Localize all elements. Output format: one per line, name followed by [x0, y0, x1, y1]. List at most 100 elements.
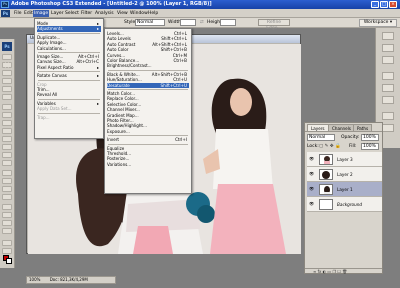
opacity-label: Opacity:: [341, 135, 360, 140]
eye-icon[interactable]: 👁: [309, 172, 314, 176]
zoom-level[interactable]: 100%: [29, 277, 40, 282]
menu-item[interactable]: Variations...: [107, 162, 189, 167]
layer-name: Layer 3: [337, 157, 353, 162]
brush-tool-icon[interactable]: [2, 112, 12, 118]
submenu-arrow-icon: ▸: [96, 26, 99, 32]
width-input[interactable]: [180, 19, 196, 26]
slice-tool-icon[interactable]: [2, 94, 12, 100]
maximize-button[interactable]: □: [380, 1, 388, 8]
layers-panel: Layers Channels Paths Normal Opacity: 10…: [304, 122, 383, 274]
minimize-button[interactable]: _: [371, 1, 379, 8]
eye-icon[interactable]: 👁: [309, 187, 314, 191]
menu-item[interactable]: Calculations...: [37, 46, 101, 51]
healing-brush-icon[interactable]: [2, 104, 12, 110]
hand-tool-icon[interactable]: [2, 220, 12, 226]
refine-edge-button[interactable]: Refine Edge...: [258, 19, 290, 31]
styles-panel-icon[interactable]: [382, 96, 394, 104]
menu-item-label: Image Size...: [37, 54, 64, 59]
color-panel-icon[interactable]: [382, 72, 394, 80]
menu-image[interactable]: Image: [33, 10, 50, 17]
menu-help[interactable]: Help: [147, 10, 159, 17]
menu-item-label: Shadow/Highlight...: [107, 123, 147, 129]
menu-item[interactable]: Reveal All: [37, 92, 101, 97]
menu-view[interactable]: View: [116, 10, 129, 17]
lock-icons[interactable]: ▢ ✎ ✥ 🔒: [319, 144, 341, 150]
menu-bar: Ps File Edit Image Layer Select Filter A…: [0, 9, 400, 18]
tab-channels[interactable]: Channels: [328, 124, 355, 131]
height-input[interactable]: [220, 19, 236, 26]
quick-select-tool-icon[interactable]: [2, 78, 12, 84]
menu-item[interactable]: Brightness/Contrast...: [107, 63, 189, 68]
gradient-tool-icon[interactable]: [2, 144, 12, 150]
close-button[interactable]: ×: [389, 1, 397, 8]
menu-item-label: Trim...: [37, 87, 50, 92]
history-panel-icon[interactable]: [382, 112, 394, 120]
menu-select[interactable]: Select: [64, 10, 80, 17]
menu-window[interactable]: Window: [129, 10, 149, 17]
menu-item[interactable]: Rotate Canvas ▸: [37, 73, 101, 78]
navigator-panel-icon[interactable]: [382, 32, 394, 40]
menu-item-label: Invert: [107, 137, 120, 143]
workspace-button[interactable]: Workspace ▾: [359, 19, 397, 27]
info-panel-icon[interactable]: [382, 56, 394, 64]
menu-item[interactable]: Invert Ctrl+I: [107, 137, 189, 142]
background-color-swatch[interactable]: [6, 258, 12, 264]
layer-row[interactable]: 👁 Background: [307, 197, 382, 212]
layers-footer-icons[interactable]: ∞ fx ◐ ▭ ❐ ☐ 🗑: [305, 268, 382, 274]
shape-tool-icon[interactable]: [2, 194, 12, 200]
menu-analysis[interactable]: Analysis: [94, 10, 115, 17]
menu-item[interactable]: Trap...: [37, 115, 101, 120]
menu-item[interactable]: Exposure...: [107, 129, 189, 134]
blend-mode-select[interactable]: Normal: [307, 134, 335, 141]
menu-item[interactable]: Adjustments ▸: [37, 26, 101, 32]
menu-item-label: Replace Color...: [107, 96, 139, 102]
layer-row-selected[interactable]: 👁 Layer 1: [307, 182, 382, 197]
blur-tool-icon[interactable]: [2, 152, 12, 158]
type-tool-icon[interactable]: [2, 178, 12, 184]
eyedropper-tool-icon[interactable]: [2, 212, 12, 218]
notes-tool-icon[interactable]: [2, 204, 12, 210]
menu-item[interactable]: Desaturate Shift+Ctrl+U: [107, 82, 189, 88]
actions-panel-icon[interactable]: [382, 124, 394, 132]
lasso-tool-icon[interactable]: [2, 70, 12, 76]
clone-stamp-icon[interactable]: [2, 120, 12, 126]
menu-item[interactable]: Apply Data Set...: [37, 106, 101, 111]
window-title-bar: Adobe Photoshop CS3 Extended - [Untitled…: [0, 0, 400, 9]
style-select[interactable]: Normal: [135, 19, 165, 26]
zoom-tool-icon[interactable]: [2, 228, 12, 234]
marquee-tool-icon[interactable]: [2, 62, 12, 68]
menu-item-label: Equalize: [107, 145, 125, 151]
histogram-panel-icon[interactable]: [382, 44, 394, 52]
menu-item-shortcut: Shift+Ctrl+U: [160, 82, 187, 88]
dodge-tool-icon[interactable]: [2, 160, 12, 166]
swap-icon[interactable]: ⇄: [200, 20, 204, 26]
pen-tool-icon[interactable]: [2, 170, 12, 176]
image-menu-dropdown: Mode ▸ Adjustments ▸ Duplicate... Apply Image…: [34, 18, 104, 139]
quick-mask-icon[interactable]: [2, 240, 12, 246]
app-logo-text: Ps: [3, 2, 7, 6]
tab-divider: [305, 131, 382, 132]
menu-file[interactable]: File: [13, 10, 23, 17]
swatches-panel-icon[interactable]: [382, 84, 394, 92]
window-title: Adobe Photoshop CS3 Extended - [Untitled…: [11, 1, 212, 7]
path-select-icon[interactable]: [2, 186, 12, 192]
eye-icon[interactable]: 👁: [309, 157, 314, 161]
menu-item-label: Pixel Aspect Ratio: [37, 64, 74, 70]
layer-row[interactable]: 👁 Layer 2: [307, 167, 382, 182]
layer-row[interactable]: 👁 Layer 3: [307, 152, 382, 167]
menu-filter[interactable]: Filter: [80, 10, 93, 17]
menu-item-label: Auto Contrast: [107, 41, 136, 47]
tab-paths[interactable]: Paths: [353, 124, 373, 131]
opacity-input[interactable]: 100%: [361, 134, 379, 141]
crop-tool-icon[interactable]: [2, 86, 12, 92]
submenu-arrow-icon: ▸: [96, 64, 99, 70]
eye-icon[interactable]: 👁: [309, 202, 314, 206]
move-tool-icon[interactable]: [2, 54, 12, 60]
menu-layer[interactable]: Layer: [50, 10, 65, 17]
eraser-tool-icon[interactable]: [2, 136, 12, 142]
tab-layers[interactable]: Layers: [307, 124, 329, 131]
menu-item[interactable]: Pixel Aspect Ratio ▸: [37, 65, 101, 70]
history-brush-icon[interactable]: [2, 128, 12, 134]
fill-input[interactable]: 100%: [361, 143, 379, 150]
screen-mode-icon[interactable]: [2, 248, 12, 254]
